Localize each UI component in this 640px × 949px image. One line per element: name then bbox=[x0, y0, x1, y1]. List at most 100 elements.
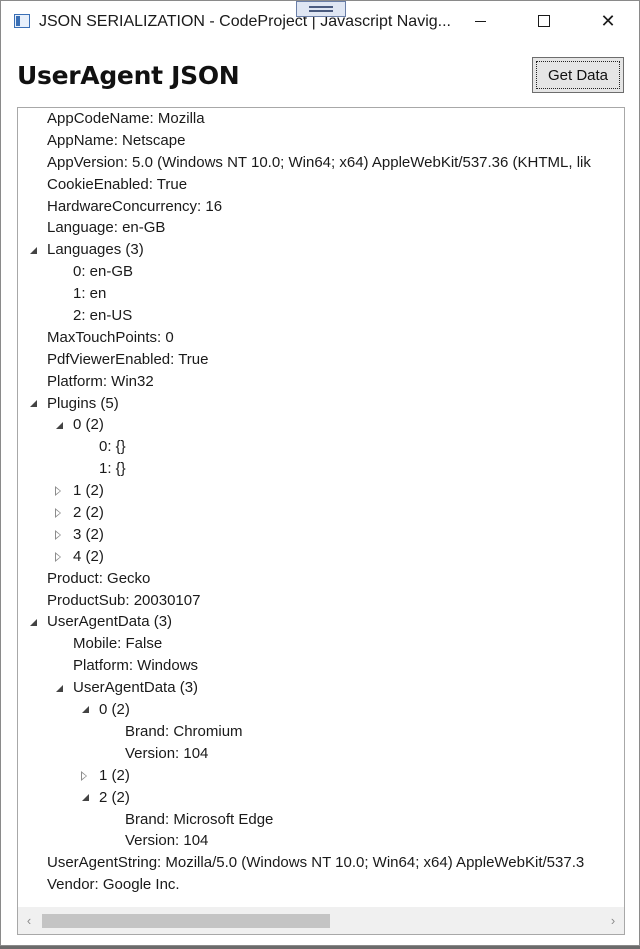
expanded-arrow-icon[interactable] bbox=[53, 414, 65, 436]
tree-item-label: AppCodeName: Mozilla bbox=[47, 110, 205, 127]
tree-item[interactable]: Product: Gecko bbox=[18, 568, 624, 590]
triangle-right-icon bbox=[55, 551, 62, 562]
tree-item[interactable]: ProductSub: 20030107 bbox=[18, 590, 624, 612]
tree-item-label: 1: {} bbox=[99, 460, 126, 478]
tree-item-label: UserAgentData (3) bbox=[73, 679, 199, 697]
tree-item-label: Vendor: Google Inc. bbox=[47, 876, 180, 894]
tree-item[interactable]: 1: en bbox=[18, 283, 624, 305]
triangle-right-icon bbox=[81, 770, 88, 781]
tree-rows: AppCodeName: Mozilla AppName: Netscape App… bbox=[18, 108, 624, 906]
expanded-arrow-icon[interactable] bbox=[53, 677, 65, 699]
tree-item-label: Platform: Win32 bbox=[47, 372, 154, 390]
close-button[interactable]: ✕ bbox=[585, 1, 631, 41]
collapsed-arrow-icon[interactable] bbox=[53, 524, 65, 546]
tree-item[interactable]: 1 (2) bbox=[18, 765, 624, 787]
tree-item[interactable]: Platform: Windows bbox=[18, 655, 624, 677]
tree-item[interactable]: UserAgentData (3) bbox=[18, 677, 624, 699]
tree-item[interactable]: Brand: Chromium bbox=[18, 721, 624, 743]
expanded-arrow-icon[interactable] bbox=[27, 611, 39, 633]
tree-item[interactable]: Plugins (5) bbox=[18, 393, 624, 415]
tree-item[interactable]: 0 (2) bbox=[18, 414, 624, 436]
tree-item-label: 2: en-US bbox=[73, 307, 133, 325]
maximize-button[interactable] bbox=[521, 1, 567, 41]
tree-item[interactable]: AppCodeName: Mozilla bbox=[18, 108, 624, 130]
tree-item[interactable]: Vendor: Google Inc. bbox=[18, 874, 624, 896]
tree-item[interactable]: 1: {} bbox=[18, 458, 624, 480]
collapsed-arrow-icon[interactable] bbox=[79, 765, 91, 787]
scroll-right-arrow-icon[interactable]: › bbox=[602, 907, 624, 934]
tree-item-label: Plugins (5) bbox=[47, 394, 119, 412]
tree-item-label: Brand: Chromium bbox=[125, 722, 243, 740]
collapsed-arrow-icon[interactable] bbox=[53, 502, 65, 524]
tree-item-label: CookieEnabled: True bbox=[47, 175, 188, 193]
tree-item[interactable]: PdfViewerEnabled: True bbox=[18, 349, 624, 371]
triangle-right-icon bbox=[55, 529, 62, 540]
title-bar[interactable]: JSON SERIALIZATION - CodeProject | Javas… bbox=[1, 1, 639, 43]
tree-item-label: Version: 104 bbox=[125, 744, 209, 762]
triangle-down-icon bbox=[55, 684, 63, 692]
tree-item[interactable]: UserAgentString: Mozilla/5.0 (Windows NT… bbox=[18, 852, 624, 874]
maximize-icon bbox=[538, 15, 550, 27]
tree-item-label: 3 (2) bbox=[73, 525, 104, 543]
tree-item[interactable]: CookieEnabled: True bbox=[18, 174, 624, 196]
expanded-arrow-icon[interactable] bbox=[27, 393, 39, 415]
tree-item[interactable]: HardwareConcurrency: 16 bbox=[18, 196, 624, 218]
horizontal-scrollbar[interactable]: ‹ › bbox=[18, 907, 624, 934]
json-tree-view[interactable]: AppCodeName: Mozilla AppName: Netscape App… bbox=[17, 107, 625, 935]
get-data-button[interactable]: Get Data bbox=[532, 57, 624, 93]
tree-item[interactable]: AppName: Netscape bbox=[18, 130, 624, 152]
tree-item[interactable]: 2 (2) bbox=[18, 787, 624, 809]
tree-item[interactable]: UserAgentData (3) bbox=[18, 611, 624, 633]
tree-item[interactable]: 2 (2) bbox=[18, 502, 624, 524]
tree-item[interactable]: 4 (2) bbox=[18, 546, 624, 568]
triangle-down-icon bbox=[29, 246, 37, 254]
tree-item-label: UserAgentString: Mozilla/5.0 (Windows NT… bbox=[47, 854, 585, 872]
triangle-down-icon bbox=[55, 421, 63, 429]
expanded-arrow-icon[interactable] bbox=[27, 239, 39, 261]
tree-item-label: Version: 104 bbox=[125, 832, 209, 850]
tree-item-label: 1 (2) bbox=[99, 766, 130, 784]
tree-item[interactable]: AppVersion: 5.0 (Windows NT 10.0; Win64;… bbox=[18, 152, 624, 174]
tree-item-label: Languages (3) bbox=[47, 241, 144, 259]
app-icon bbox=[14, 14, 30, 28]
expanded-arrow-icon[interactable] bbox=[79, 787, 91, 809]
tree-item[interactable]: 0 (2) bbox=[18, 699, 624, 721]
tree-item-label: Brand: Microsoft Edge bbox=[125, 810, 274, 828]
focus-rectangle bbox=[536, 61, 620, 89]
tree-item-label: 1: en bbox=[73, 285, 107, 303]
tree-item-label: 0: en-GB bbox=[73, 263, 134, 281]
tree-item[interactable]: Language: en-GB bbox=[18, 217, 624, 239]
tree-item[interactable]: Version: 104 bbox=[18, 830, 624, 852]
tree-item[interactable]: 2: en-US bbox=[18, 305, 624, 327]
tree-item-label: 0 (2) bbox=[99, 701, 130, 719]
tree-item-label: UserAgentData (3) bbox=[47, 613, 173, 631]
scrollbar-thumb[interactable] bbox=[42, 914, 330, 928]
scroll-left-arrow-icon[interactable]: ‹ bbox=[18, 907, 40, 934]
tree-item[interactable]: 3 (2) bbox=[18, 524, 624, 546]
tree-item-label: MaxTouchPoints: 0 bbox=[47, 328, 174, 346]
tree-item-label: Product: Gecko bbox=[47, 569, 151, 587]
collapsed-arrow-icon[interactable] bbox=[53, 480, 65, 502]
tree-item[interactable]: MaxTouchPoints: 0 bbox=[18, 327, 624, 349]
drag-handle-icon[interactable] bbox=[296, 1, 346, 17]
tree-item[interactable]: Platform: Win32 bbox=[18, 371, 624, 393]
tree-item[interactable]: Mobile: False bbox=[18, 633, 624, 655]
tree-item[interactable]: 0: en-GB bbox=[18, 261, 624, 283]
minimize-button[interactable] bbox=[457, 1, 503, 41]
tree-item-label: AppVersion: 5.0 (Windows NT 10.0; Win64;… bbox=[47, 153, 591, 171]
triangle-right-icon bbox=[55, 507, 62, 518]
tree-item-label: Mobile: False bbox=[73, 635, 163, 653]
tree-item[interactable]: 0: {} bbox=[18, 436, 624, 458]
collapsed-arrow-icon[interactable] bbox=[53, 546, 65, 568]
tree-item[interactable]: Brand: Microsoft Edge bbox=[18, 809, 624, 831]
tree-item[interactable]: 1 (2) bbox=[18, 480, 624, 502]
tree-item[interactable]: Version: 104 bbox=[18, 743, 624, 765]
expanded-arrow-icon[interactable] bbox=[79, 699, 91, 721]
tree-item-label: ProductSub: 20030107 bbox=[47, 591, 201, 609]
triangle-right-icon bbox=[55, 486, 62, 497]
tree-item[interactable]: Languages (3) bbox=[18, 239, 624, 261]
tree-item-label: 0: {} bbox=[99, 438, 126, 456]
triangle-down-icon bbox=[81, 794, 89, 802]
tree-item-label: 4 (2) bbox=[73, 547, 104, 565]
tree-item-label: 0 (2) bbox=[73, 416, 104, 434]
